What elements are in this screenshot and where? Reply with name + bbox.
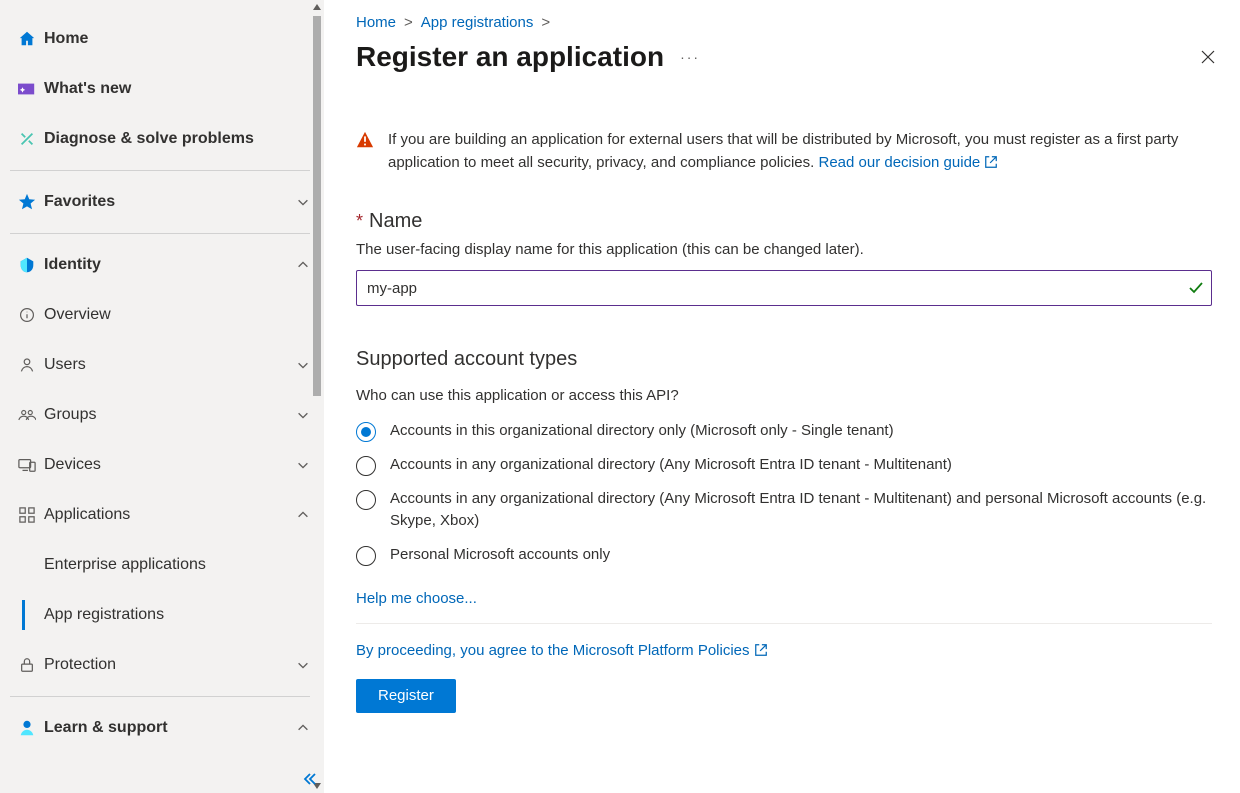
radio-icon	[356, 490, 376, 510]
radio-label: Accounts in this organizational director…	[390, 420, 894, 442]
radio-icon	[356, 546, 376, 566]
breadcrumb-sep: >	[541, 14, 550, 31]
nav-protection[interactable]: Protection	[0, 640, 324, 690]
account-types-sub: Who can use this application or access t…	[356, 387, 1212, 404]
sparkle-icon	[10, 80, 44, 98]
nav-groups-label: Groups	[44, 406, 294, 424]
scroll-up-icon[interactable]	[310, 0, 324, 14]
nav-home-label: Home	[44, 30, 312, 48]
nav-applications-label: Applications	[44, 506, 294, 524]
star-icon	[10, 193, 44, 211]
account-type-option-0[interactable]: Accounts in this organizational director…	[356, 420, 1212, 442]
nav-devices-label: Devices	[44, 456, 294, 474]
warning-banner: If you are building an application for e…	[356, 129, 1212, 174]
nav-users[interactable]: Users	[0, 340, 324, 390]
nav-diagnose-label: Diagnose & solve problems	[44, 130, 312, 148]
nav-applications[interactable]: Applications	[0, 490, 324, 540]
sidebar-scrollbar[interactable]	[310, 0, 324, 793]
scroll-thumb[interactable]	[313, 16, 321, 396]
breadcrumb-sep: >	[404, 14, 413, 31]
apps-icon	[10, 507, 44, 523]
warning-icon	[356, 131, 374, 174]
nav-favorites-label: Favorites	[44, 193, 294, 211]
nav-groups[interactable]: Groups	[0, 390, 324, 440]
warning-text: If you are building an application for e…	[388, 129, 1212, 174]
nav-app-registrations[interactable]: App registrations	[0, 590, 324, 640]
nav-learn-support-label: Learn & support	[44, 719, 294, 737]
breadcrumb: Home > App registrations >	[356, 14, 1220, 31]
info-icon	[10, 307, 44, 323]
check-icon	[1188, 280, 1204, 296]
page-title: Register an application	[356, 41, 664, 73]
nav-protection-label: Protection	[44, 656, 294, 674]
breadcrumb-appreg[interactable]: App registrations	[421, 14, 534, 31]
group-icon	[10, 407, 44, 423]
nav-identity-label: Identity	[44, 256, 294, 274]
nav-app-registrations-label: App registrations	[44, 606, 164, 624]
nav-identity[interactable]: Identity	[0, 240, 324, 290]
account-type-option-1[interactable]: Accounts in any organizational directory…	[356, 454, 1212, 476]
radio-label: Accounts in any organizational directory…	[390, 454, 952, 476]
name-field-label: * Name	[356, 210, 1212, 233]
nav-favorites[interactable]: Favorites	[0, 177, 324, 227]
sidebar: Home What's new Diagnose & solve problem…	[0, 0, 324, 793]
support-icon	[10, 719, 44, 737]
required-asterisk: *	[356, 211, 363, 232]
nav-whatsnew[interactable]: What's new	[0, 64, 324, 114]
nav-users-label: Users	[44, 356, 294, 374]
divider	[10, 170, 314, 171]
breadcrumb-home[interactable]: Home	[356, 14, 396, 31]
help-me-choose-link[interactable]: Help me choose...	[356, 590, 1212, 607]
account-types-radio-group: Accounts in this organizational director…	[356, 420, 1212, 566]
external-link-icon	[984, 155, 998, 169]
footer: By proceeding, you agree to the Microsof…	[356, 623, 1212, 713]
divider	[10, 696, 314, 697]
radio-icon	[356, 456, 376, 476]
radio-label: Accounts in any organizational directory…	[390, 488, 1212, 532]
nav-whatsnew-label: What's new	[44, 80, 312, 98]
platform-policies-link[interactable]: By proceeding, you agree to the Microsof…	[356, 642, 768, 659]
main-content: Home > App registrations > Register an a…	[324, 0, 1240, 793]
account-type-option-3[interactable]: Personal Microsoft accounts only	[356, 544, 1212, 566]
register-button[interactable]: Register	[356, 679, 456, 713]
external-link-icon	[754, 643, 768, 657]
more-actions-button[interactable]: ···	[680, 49, 700, 65]
close-button[interactable]	[1196, 45, 1220, 69]
nav-enterprise-apps[interactable]: Enterprise applications	[0, 540, 324, 590]
nav-enterprise-apps-label: Enterprise applications	[44, 556, 206, 574]
decision-guide-link[interactable]: Read our decision guide	[818, 154, 998, 171]
devices-icon	[10, 457, 44, 473]
collapse-sidebar-button[interactable]	[302, 771, 318, 787]
app-name-input[interactable]	[356, 270, 1212, 306]
user-icon	[10, 357, 44, 373]
nav-overview-label: Overview	[44, 306, 312, 324]
home-icon	[10, 30, 44, 48]
nav-learn-support[interactable]: Learn & support	[0, 703, 324, 753]
account-types-heading: Supported account types	[356, 348, 1212, 371]
radio-icon	[356, 422, 376, 442]
nav-overview[interactable]: Overview	[0, 290, 324, 340]
nav-devices[interactable]: Devices	[0, 440, 324, 490]
radio-label: Personal Microsoft accounts only	[390, 544, 610, 566]
nav-home[interactable]: Home	[0, 14, 324, 64]
name-field-help: The user-facing display name for this ap…	[356, 241, 1212, 258]
identity-icon	[10, 256, 44, 274]
account-type-option-2[interactable]: Accounts in any organizational directory…	[356, 488, 1212, 532]
nav-diagnose[interactable]: Diagnose & solve problems	[0, 114, 324, 164]
lock-icon	[10, 657, 44, 673]
divider	[10, 233, 314, 234]
wrench-icon	[10, 130, 44, 148]
warning-body: If you are building an application for e…	[388, 131, 1178, 171]
